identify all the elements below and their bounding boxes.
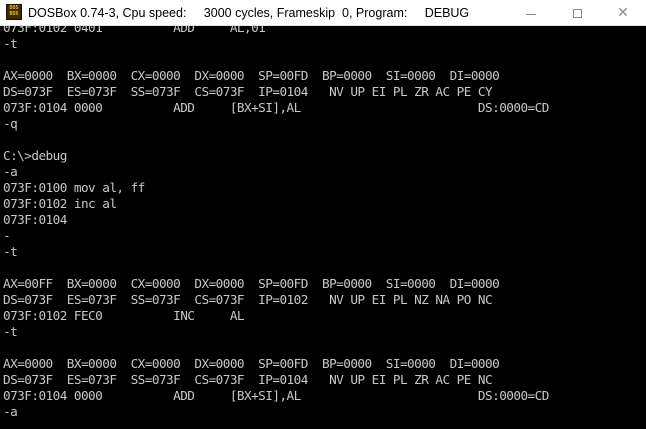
- console-line: 073F:0104 0000 ADD [BX+SI],AL DS:0000=CD: [3, 388, 549, 403]
- console-line: -t: [3, 36, 18, 51]
- dosbox-icon[interactable]: DOS BOX: [6, 4, 22, 20]
- console-line: C:\>debug: [3, 148, 67, 163]
- console-line: DS=073F ES=073F SS=073F CS=073F IP=0102 …: [3, 292, 493, 307]
- console-line: 073F:0102 inc al: [3, 196, 117, 211]
- console-line: DS=073F ES=073F SS=073F CS=073F IP=0104 …: [3, 84, 493, 99]
- dos-console[interactable]: 073F:0102 0401 ADD AL,01 -t AX=0000 BX=000…: [0, 26, 646, 429]
- console-line: -: [3, 228, 11, 243]
- console-line: -q: [3, 116, 18, 131]
- console-line: 073F:0102 0401 ADD AL,01: [3, 26, 266, 35]
- console-line: 073F:0102 FEC0 INC AL: [3, 308, 245, 323]
- console-line: -a: [3, 164, 18, 179]
- console-line: AX=0000 BX=0000 CX=0000 DX=0000 SP=00FD …: [3, 68, 500, 83]
- title-bar[interactable]: DOS BOX DOSBox 0.74-3, Cpu speed: 3000 c…: [0, 0, 646, 26]
- close-icon: ✕: [617, 5, 629, 21]
- console-line: AX=0000 BX=0000 CX=0000 DX=0000 SP=00FD …: [3, 356, 500, 371]
- console-line: 073F:0104 0000 ADD [BX+SI],AL DS:0000=CD: [3, 100, 549, 115]
- console-line: AX=00FF BX=0000 CX=0000 DX=0000 SP=00FD …: [3, 276, 500, 291]
- minimize-button[interactable]: [508, 0, 554, 26]
- minimize-icon: [526, 13, 536, 15]
- console-line: -t: [3, 324, 18, 339]
- icon-text-bottom: BOX: [9, 11, 19, 17]
- console-output: 073F:0102 0401 ADD AL,01 -t AX=0000 BX=000…: [3, 26, 549, 420]
- console-line: -a: [3, 404, 18, 419]
- close-button[interactable]: ✕: [600, 0, 646, 26]
- console-line: 073F:0100 mov al, ff: [3, 180, 145, 195]
- window-title: DOSBox 0.74-3, Cpu speed: 3000 cycles, F…: [28, 6, 470, 20]
- maximize-button[interactable]: [554, 0, 600, 26]
- console-line: 073F:0104: [3, 212, 67, 227]
- console-line: DS=073F ES=073F SS=073F CS=073F IP=0104 …: [3, 372, 493, 387]
- console-line: -t: [3, 244, 18, 259]
- maximize-icon: [572, 8, 582, 18]
